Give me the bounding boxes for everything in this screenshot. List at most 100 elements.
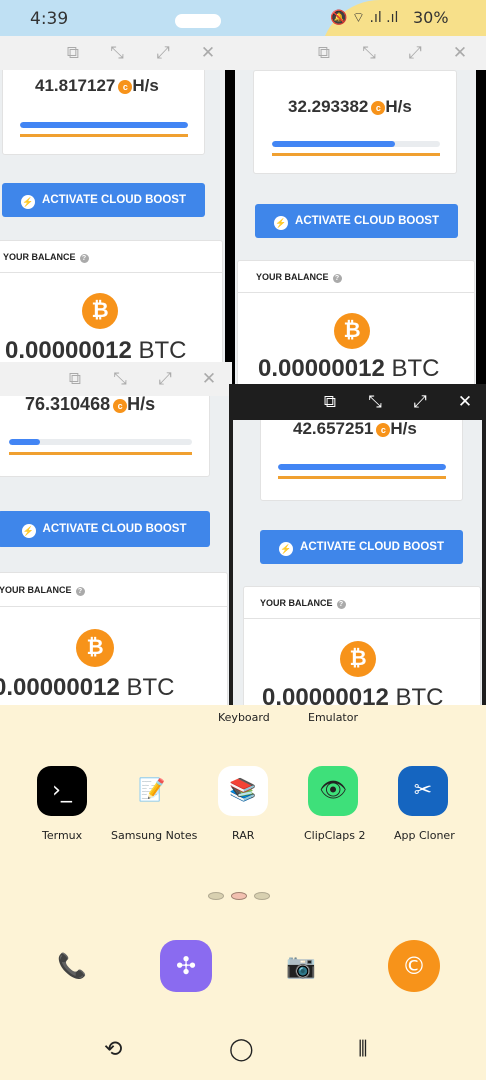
clipclaps-icon: 👁 [319, 778, 347, 803]
dock-camera[interactable]: 📷 [275, 940, 327, 992]
camera-icon: 📷 [286, 952, 316, 980]
expand-icon[interactable]: ⤢ [407, 389, 433, 415]
pip-icon[interactable]: ⧉ [62, 366, 88, 392]
app-label-samsung-notes[interactable]: Samsung Notes [111, 829, 197, 842]
hashrate-unit: H/s [127, 396, 156, 414]
window-titlebar[interactable]: ⧉ ⤡ ⤢ ✕ [229, 384, 486, 420]
balance-title: YOUR BALANCE [256, 272, 329, 282]
dock-apps[interactable]: ✣ [160, 940, 212, 992]
hashrate-progress-fill [272, 141, 395, 147]
close-icon[interactable]: ✕ [195, 40, 221, 66]
balance-title: YOUR BALANCE [0, 585, 72, 595]
activate-cloud-boost-button[interactable]: ⚡ ACTIVATE CLOUD BOOST [260, 530, 463, 564]
minimize-icon[interactable]: ⤡ [362, 389, 388, 415]
hashrate-progress-fill [20, 122, 188, 128]
activate-cloud-boost-button[interactable]: ⚡ ACTIVATE CLOUD BOOST [2, 183, 205, 217]
popup-window-2[interactable]: ⧉ ⤡ ⤢ ✕ 32.293382 c H/s ⚡ ACTIVATE CLOUD BO… [225, 36, 486, 384]
hashrate-unit: H/s [385, 97, 412, 116]
minimize-icon[interactable]: ⤡ [107, 366, 133, 392]
minimize-icon[interactable]: ⤡ [356, 40, 382, 66]
activate-cloud-boost-button[interactable]: ⚡ ACTIVATE CLOUD BOOST [255, 204, 458, 238]
bitcoin-icon: ₿ [76, 629, 114, 667]
dock-phone[interactable]: 📞 [46, 940, 98, 992]
expand-icon[interactable]: ⤢ [152, 366, 178, 392]
expand-icon[interactable]: ⤢ [150, 40, 176, 66]
terminal-icon: ›_ [52, 778, 72, 803]
balance-amount: 0.00000012 BTC [5, 337, 186, 365]
app-termux[interactable]: ›_ [37, 766, 87, 816]
close-icon[interactable]: ✕ [447, 40, 473, 66]
hashrate-card: 41.817127 c H/s [2, 70, 205, 155]
bitcoin-icon: ₿ [340, 641, 376, 677]
app-samsung-notes[interactable]: 📝 [127, 766, 177, 816]
fan-phone-icon: 📞 [57, 952, 87, 980]
app-rar[interactable]: 📚 [218, 766, 268, 816]
status-bar: 4:39 🔕 ⌔ .ıl .ıl 30% [0, 0, 486, 36]
balance-title: YOUR BALANCE [260, 598, 333, 608]
nav-recents-button[interactable]: ⦀ [358, 1037, 368, 1062]
activate-cloud-boost-button[interactable]: ⚡ ACTIVATE CLOUD BOOST [0, 511, 210, 547]
pip-icon[interactable]: ⧉ [317, 389, 343, 415]
dock-coin-app[interactable]: © [388, 940, 440, 992]
nav-back-button[interactable]: ⟲ [104, 1037, 122, 1062]
app-label-keyboard[interactable]: Keyboard [218, 711, 270, 724]
minimize-icon[interactable]: ⤡ [104, 40, 130, 66]
popup-window-1[interactable]: ⧉ ⤡ ⤢ ✕ 41.817127 c H/s ⚡ ACTIVATE CLOUD BO… [0, 36, 225, 368]
window-content: 41.817127 c H/s ⚡ ACTIVATE CLOUD BOOST YOUR… [0, 70, 225, 368]
app-clipclaps-2[interactable]: 👁 [308, 766, 358, 816]
close-icon[interactable]: ✕ [452, 389, 478, 415]
bitcoin-icon: ₿ [334, 313, 370, 349]
balance-unit: BTC [126, 674, 175, 701]
hashrate-value: 76.310468 [25, 396, 111, 414]
bolt-icon: ⚡ [274, 216, 289, 230]
notes-icon: 📝 [138, 778, 166, 803]
pip-icon[interactable]: ⧉ [311, 40, 337, 66]
popup-window-4[interactable]: ⧉ ⤡ ⤢ ✕ 42.657251 c H/s ⚡ ACTIVATE CLOUD BO… [229, 384, 486, 711]
app-label-clipclaps-2[interactable]: ClipClaps 2 [304, 829, 365, 842]
expand-icon[interactable]: ⤢ [402, 40, 428, 66]
app-label-emulator[interactable]: Emulator [308, 711, 358, 724]
popup-window-3[interactable]: ⧉ ⤡ ⤢ ✕ 76.310468 c H/s ⚡ ACTIVATE CLOUD BO… [0, 362, 232, 709]
hashrate-card: 42.657251 c H/s [260, 420, 463, 501]
page-indicator[interactable] [208, 887, 277, 900]
window-titlebar[interactable]: ⧉ ⤡ ⤢ ✕ [0, 36, 225, 70]
help-icon[interactable]: ? [332, 274, 342, 283]
page-dot-3[interactable] [254, 892, 270, 900]
app-label-app-cloner[interactable]: App Cloner [394, 829, 455, 842]
hashrate-progress-fill [9, 439, 41, 445]
orange-divider [278, 476, 446, 479]
page-pane: 32.293382 c H/s ⚡ ACTIVATE CLOUD BOOST YOUR… [235, 70, 476, 384]
window-content: 76.310468 c H/s ⚡ ACTIVATE CLOUD BOOST YOUR… [0, 396, 232, 709]
help-icon[interactable]: ? [75, 587, 85, 596]
hashrate-value: 42.657251 [293, 420, 374, 438]
rar-books-icon: 📚 [229, 778, 257, 803]
balance-header: YOUR BALANCE? [0, 241, 222, 273]
page-pane: 41.817127 c H/s ⚡ ACTIVATE CLOUD BOOST YOUR… [0, 70, 225, 368]
bitcoin-icon: ₿ [82, 293, 118, 329]
bolt-icon: ⚡ [21, 195, 36, 209]
orange-divider [20, 134, 188, 137]
balance-card: YOUR BALANCE? ₿ 0.00000012 BTC [243, 586, 481, 711]
page-dot-1[interactable] [208, 892, 224, 900]
nav-home-button[interactable]: ◯ [229, 1037, 254, 1062]
balance-number: 0.00000012 [258, 355, 385, 382]
close-icon[interactable]: ✕ [196, 366, 222, 392]
hashrate-progress-bar [272, 141, 440, 147]
balance-card: YOUR BALANCE? ₿ 0.00000012 BTC [0, 572, 228, 709]
balance-card: YOUR BALANCE? ₿ 0.00000012 BTC [237, 260, 475, 384]
window-content: 32.293382 c H/s ⚡ ACTIVATE CLOUD BOOST YOUR… [225, 70, 486, 384]
help-icon[interactable]: ? [79, 254, 89, 263]
app-label-rar[interactable]: RAR [232, 829, 254, 842]
balance-unit: BTC [391, 355, 440, 382]
boost-label: ACTIVATE CLOUD BOOST [295, 215, 439, 227]
pip-icon[interactable]: ⧉ [60, 40, 86, 66]
status-signal-icons: 🔕 ⌔ .ıl .ıl [330, 10, 399, 26]
window-titlebar[interactable]: ⧉ ⤡ ⤢ ✕ [0, 362, 232, 396]
help-icon[interactable]: ? [336, 600, 346, 609]
hashrate-progress-bar [278, 464, 446, 470]
window-titlebar[interactable]: ⧉ ⤡ ⤢ ✕ [225, 36, 486, 70]
hashrate-text: 32.293382 c H/s [288, 97, 412, 117]
app-label-termux[interactable]: Termux [42, 829, 82, 842]
app-app-cloner[interactable]: ✂ [398, 766, 448, 816]
page-dot-2[interactable] [231, 892, 247, 900]
